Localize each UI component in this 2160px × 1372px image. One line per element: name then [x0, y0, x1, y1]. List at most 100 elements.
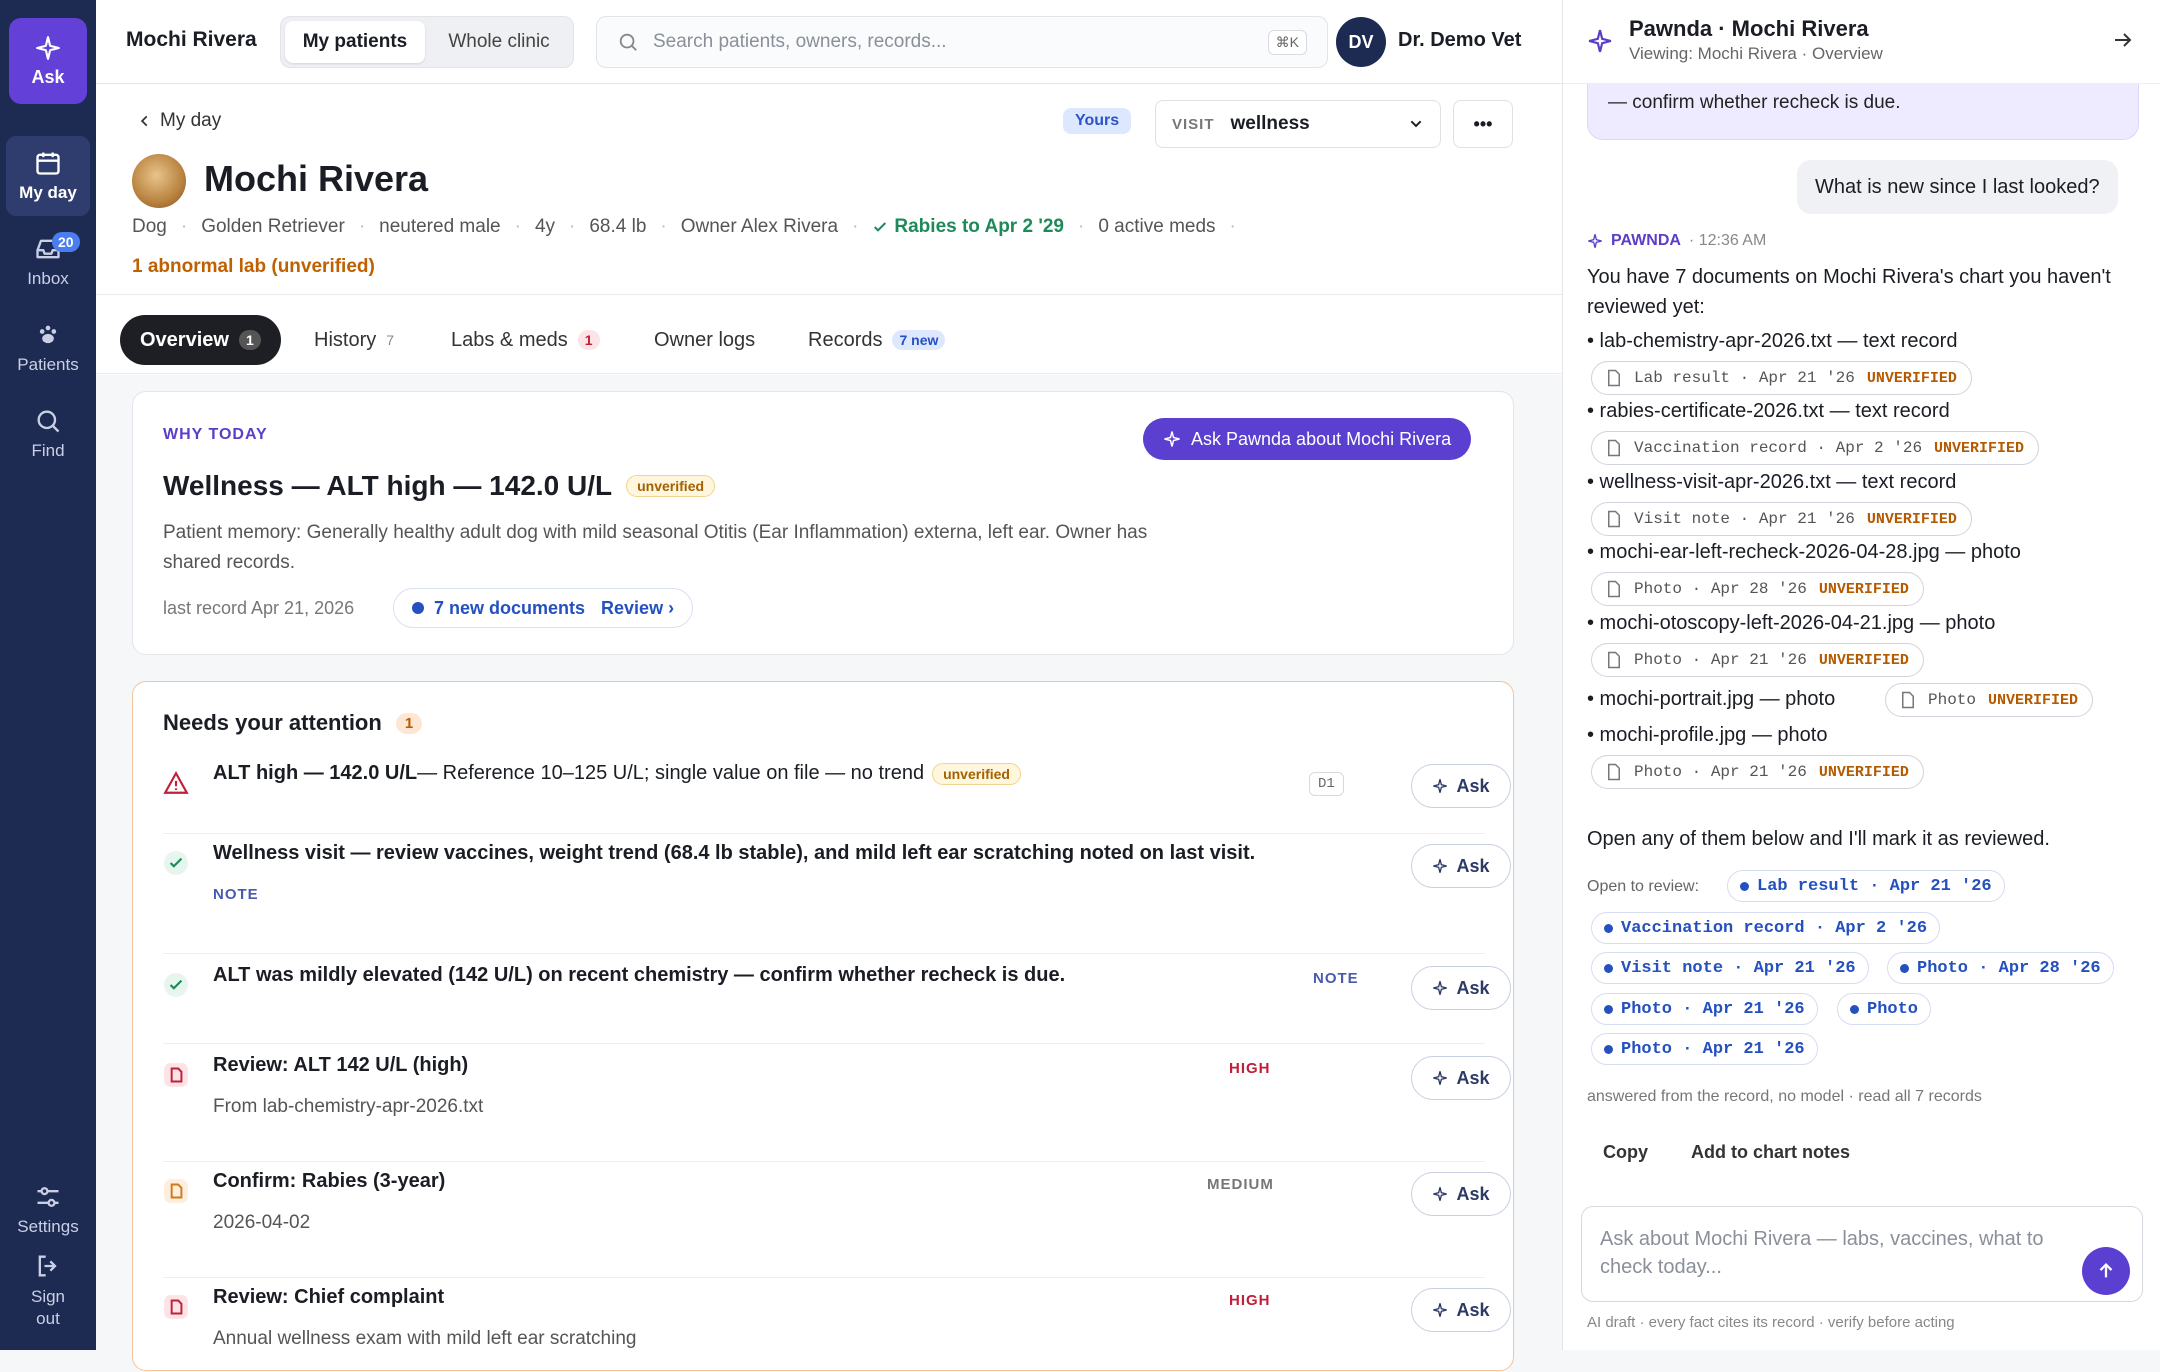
arrow-right-icon[interactable]	[2111, 28, 2135, 52]
tab-owner-logs[interactable]: Owner logs	[634, 315, 775, 365]
avatar[interactable]: DV	[1336, 17, 1386, 67]
unverified-tag: UNVERIFIED	[1934, 439, 2025, 457]
unverified-tag: UNVERIFIED	[1818, 763, 1909, 781]
pill-label: Visit note · Apr 21 '26	[1621, 958, 1856, 978]
pill-label: Photo · Apr 28 '26	[1917, 958, 2101, 978]
chip-label: Photo	[1928, 691, 1977, 709]
assistant-outro: Open any of them below and I'll mark it …	[1587, 828, 2050, 850]
back-link[interactable]: My day	[138, 110, 221, 132]
ask-button[interactable]: Ask	[1411, 844, 1511, 888]
open-to-review-label: Open to review:	[1587, 878, 1700, 895]
ask-button[interactable]: Ask	[1411, 1288, 1511, 1332]
new-documents-link[interactable]: 7 new documents Review ›	[393, 588, 694, 628]
sparkle-icon	[1433, 981, 1448, 995]
sliders-icon	[37, 1187, 59, 1207]
sidebar-item-label: Find	[31, 441, 65, 460]
note-tag: NOTE	[1313, 970, 1359, 987]
tab-labs-meds[interactable]: Labs & meds 1	[431, 315, 620, 365]
review-pill[interactable]: Vaccination record · Apr 2 '26	[1591, 912, 1941, 944]
patient-meta: Dog · Golden Retriever · neutered male · 4y…	[132, 216, 1236, 237]
last-record: last record Apr 21, 2026	[163, 598, 355, 618]
tab-count: 1	[577, 330, 600, 350]
send-button[interactable]	[2082, 1247, 2130, 1295]
doc-line: • rabies-certificate-2026.txt — text rec…	[1587, 400, 1950, 422]
tab-overview[interactable]: Overview 1	[120, 315, 281, 365]
sidebar-item-inbox[interactable]: 20 Inbox	[6, 222, 90, 302]
pill-label: Lab result · Apr 21 '26	[1757, 876, 1992, 896]
user-name[interactable]: Dr. Demo Vet	[1398, 29, 1521, 52]
review-pill[interactable]: Photo · Apr 28 '26	[1887, 952, 2114, 984]
seg-my-patients[interactable]: My patients	[285, 21, 425, 63]
sparkle-icon	[1588, 234, 1602, 248]
settings-button[interactable]: Settings	[6, 1170, 90, 1250]
tab-history[interactable]: History 7	[294, 315, 414, 365]
chip-label: Photo · Apr 21 '26	[1634, 651, 1807, 669]
bullet-dot	[1604, 963, 1613, 973]
add-to-chart-notes-button[interactable]: Add to chart notes	[1691, 1142, 1850, 1163]
assistant-subtitle: Viewing: Mochi Rivera · Overview	[1629, 44, 1883, 63]
ask-label: Ask	[1456, 1299, 1490, 1320]
review-pill[interactable]: Photo	[1837, 993, 1932, 1025]
review-pill[interactable]: Photo · Apr 21 '26	[1591, 1033, 1818, 1065]
record-chip[interactable]: Photo · Apr 21 '26 UNVERIFIED	[1591, 755, 1924, 789]
ask-label: Ask	[1456, 1183, 1490, 1204]
code-chip: D1	[1309, 772, 1344, 796]
visit-select[interactable]: VISIT wellness	[1155, 100, 1441, 148]
review-pill[interactable]: Visit note · Apr 21 '26	[1591, 952, 1869, 984]
check-icon	[874, 222, 887, 232]
ask-button[interactable]: Ask	[9, 18, 87, 104]
patient-name: Mochi Rivera	[204, 158, 429, 199]
record-chip[interactable]: Vaccination record · Apr 2 '26 UNVERIFIED	[1591, 431, 2040, 465]
ask-pawnda-button[interactable]: Ask Pawnda about Mochi Rivera	[1143, 418, 1472, 460]
yours-badge: Yours	[1063, 108, 1132, 134]
bullet-dot	[1900, 963, 1909, 973]
unverified-tag: UNVERIFIED	[1866, 369, 1957, 387]
tab-label: Labs & meds	[451, 328, 568, 351]
ask-button[interactable]: Ask	[1411, 764, 1511, 808]
ask-button[interactable]: Ask	[1411, 1056, 1511, 1100]
ask-button[interactable]: Ask	[1411, 1172, 1511, 1216]
attention-title-text: Needs your attention	[163, 710, 382, 735]
record-chip[interactable]: Photo UNVERIFIED	[1885, 683, 2094, 717]
sign-out-button[interactable]: Sign out	[6, 1246, 90, 1336]
record-chip[interactable]: Lab result · Apr 21 '26 UNVERIFIED	[1591, 361, 1972, 395]
tab-count: 1	[238, 330, 261, 350]
doc-line: • mochi-profile.jpg — photo	[1587, 724, 1828, 746]
tab-label: Records	[808, 328, 883, 351]
record-chip[interactable]: Photo · Apr 21 '26 UNVERIFIED	[1591, 643, 1924, 677]
abnormal-lab-alert[interactable]: 1 abnormal lab (unverified)	[132, 256, 375, 278]
row-source: From lab-chemistry-apr-2026.txt	[213, 1096, 484, 1117]
review-pill[interactable]: Lab result · Apr 21 '26	[1727, 870, 2005, 902]
sidebar-item-patients[interactable]: Patients	[6, 308, 90, 388]
topbar: Mochi Rivera My patients Whole clinic ⌘K…	[96, 0, 1562, 84]
more-button[interactable]: •••	[1453, 100, 1513, 148]
file-icon	[1608, 510, 1620, 528]
visit-value: wellness	[1230, 113, 1310, 134]
sparkle-icon	[36, 35, 60, 60]
active-meds: 0 active meds	[1098, 216, 1216, 237]
pill-label: Vaccination record · Apr 2 '26	[1621, 918, 1928, 938]
check-circle-icon	[164, 973, 188, 997]
why-title: Wellness — ALT high — 142.0 U/L unverifi…	[163, 470, 716, 502]
review-pill[interactable]: Photo · Apr 21 '26	[1591, 993, 1818, 1025]
tab-records[interactable]: Records 7 new	[788, 315, 965, 365]
search-input[interactable]	[653, 31, 1254, 53]
unverified-badge: unverified	[932, 762, 1021, 785]
record-chip[interactable]: Photo · Apr 28 '26 UNVERIFIED	[1591, 572, 1924, 606]
record-chip[interactable]: Visit note · Apr 21 '26 UNVERIFIED	[1591, 502, 1972, 536]
copy-button[interactable]: Copy	[1603, 1142, 1648, 1163]
settings-label: Settings	[17, 1217, 79, 1236]
rabies-status: Rabies to Apr 2 '29	[894, 216, 1064, 237]
message-input[interactable]	[1600, 1225, 2070, 1285]
attention-row-title: ALT high — 142.0 U/L — Reference 10–125 …	[213, 762, 1021, 785]
sparkle-icon	[1433, 1187, 1448, 1201]
paw-icon	[39, 325, 57, 344]
seg-whole-clinic[interactable]: Whole clinic	[429, 21, 569, 63]
sidebar-item-find[interactable]: Find	[6, 394, 90, 474]
sidebar-item-my-day[interactable]: My day	[6, 136, 90, 216]
attention-row: Review: ALT 142 U/L (high) From lab-chem…	[163, 1054, 1511, 1162]
shortcut-hint: ⌘K	[1267, 29, 1307, 55]
ask-button[interactable]: Ask	[1411, 966, 1511, 1010]
chip-label: Photo · Apr 21 '26	[1634, 763, 1807, 781]
assistant-header: Pawnda · Mochi Rivera Viewing: Mochi Riv…	[1563, 0, 2160, 84]
